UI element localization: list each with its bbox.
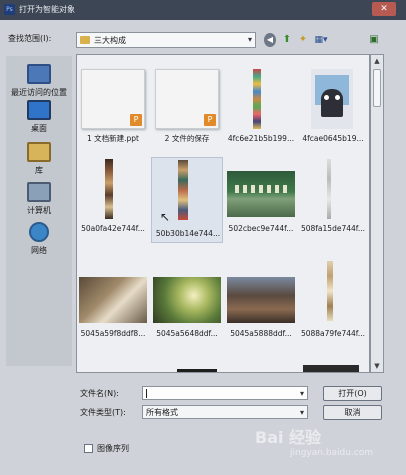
vertical-scrollbar[interactable]: ▲ ▼: [370, 54, 384, 373]
file-name: 5045a5648ddf...: [156, 329, 218, 338]
image-thumbnail: [177, 369, 217, 372]
look-in-value: 三大构成: [94, 36, 126, 45]
file-name: 1 文档新建.ppt: [86, 134, 139, 143]
close-button[interactable]: ✕: [372, 2, 396, 16]
desktop-icon: [27, 100, 51, 120]
ppt-file-thumbnail: P: [155, 69, 219, 129]
file-item[interactable]: 502cbec9e744f...: [225, 159, 297, 259]
photoshop-icon: Ps: [4, 4, 15, 15]
look-in-dropdown[interactable]: 三大构成 ▾: [76, 32, 256, 48]
file-name: 50a0fa42e744f...: [81, 224, 145, 233]
computer-icon: [27, 182, 51, 202]
image-thumbnail: [327, 261, 333, 321]
file-item[interactable]: 5045a59f8ddf8...: [77, 269, 149, 369]
image-thumbnail: [178, 160, 188, 220]
title-bar: Ps 打开为智能对象 ✕: [0, 0, 406, 20]
look-in-label: 查找范围(I):: [8, 34, 52, 43]
filetype-value: 所有格式: [146, 408, 178, 417]
camera-raw-button[interactable]: ▣: [367, 33, 381, 47]
filetype-dropdown[interactable]: 所有格式 ▾: [142, 405, 308, 419]
place-label: 最近访问的位置: [11, 88, 67, 97]
place-recent[interactable]: 最近访问的位置: [6, 64, 72, 98]
text-caret: [146, 389, 147, 398]
library-icon: [27, 142, 51, 162]
file-name: 50b30b14e744...: [155, 229, 221, 238]
image-thumbnail: [227, 277, 295, 323]
file-name: 2 文件的保存: [164, 134, 210, 143]
filename-label: 文件名(N):: [80, 389, 119, 398]
image-thumbnail: [327, 159, 331, 219]
back-button[interactable]: ◀: [264, 33, 276, 47]
scrollbar-thumb[interactable]: [373, 69, 381, 107]
file-item[interactable]: P 1 文档新建.ppt: [77, 69, 149, 169]
place-library[interactable]: 库: [6, 142, 72, 176]
places-bar: 最近访问的位置 桌面 库 计算机 网络: [6, 56, 72, 366]
chevron-down-icon: ▾: [299, 408, 304, 417]
open-as-smart-object-dialog: Ps 打开为智能对象 ✕ 查找范围(I): 三大构成 ▾ ◀ ⬆ ✦ ▦▾ ▣ …: [0, 0, 406, 475]
network-icon: [29, 222, 49, 242]
place-label: 网络: [31, 246, 47, 255]
scroll-down-icon[interactable]: ▼: [371, 360, 383, 372]
place-computer[interactable]: 计算机: [6, 182, 72, 216]
file-list: P 1 文档新建.ppt P 2 文件的保存 4fc6e21b5b199... …: [76, 54, 370, 373]
file-name: 508fa15de744f...: [300, 224, 366, 233]
image-sequence-label: 图像序列: [97, 444, 129, 453]
file-item[interactable]: 4fc6e21b5b199...: [225, 69, 297, 169]
image-thumbnail: [105, 159, 113, 219]
chevron-down-icon[interactable]: ▾: [300, 389, 304, 398]
ppt-file-thumbnail: P: [81, 69, 145, 129]
place-label: 桌面: [31, 124, 47, 133]
place-network[interactable]: 网络: [6, 222, 72, 256]
folder-icon: [80, 36, 90, 44]
file-item[interactable]: 4fcae0645b19...: [297, 69, 369, 169]
file-name: 502cbec9e744f...: [228, 224, 294, 233]
window-title: 打开为智能对象: [19, 5, 75, 14]
file-item-selected[interactable]: ↖ 50b30b14e744...: [151, 157, 223, 243]
image-thumbnail: [253, 69, 261, 129]
file-item[interactable]: P 2 文件的保存: [151, 69, 223, 169]
file-name: 4fcae0645b19...: [302, 134, 364, 143]
file-name: 4fc6e21b5b199...: [227, 134, 295, 143]
file-item[interactable]: 508fa15de744f...: [297, 159, 369, 259]
powerpoint-icon: P: [204, 114, 216, 126]
recent-places-icon: [27, 64, 51, 84]
image-thumbnail: [303, 365, 359, 372]
image-sequence-checkbox[interactable]: [84, 444, 93, 453]
scroll-up-icon[interactable]: ▲: [371, 55, 383, 67]
file-item[interactable]: 5045a5648ddf...: [151, 269, 223, 369]
place-label: 计算机: [27, 206, 51, 215]
file-name: 5045a59f8ddf8...: [80, 329, 146, 338]
chevron-down-icon: ▾: [247, 35, 252, 44]
mouse-cursor-icon: ↖: [160, 210, 171, 224]
file-name: 5088a79fe744f...: [300, 329, 366, 338]
image-thumbnail: [79, 277, 147, 323]
image-thumbnail: [311, 69, 353, 129]
baidu-watermark: Bai 经验: [255, 428, 322, 447]
up-folder-button[interactable]: ⬆: [280, 33, 294, 47]
file-item[interactable]: 5088a79fe744f...: [297, 261, 369, 361]
file-item[interactable]: 50a0fa42e744f...: [77, 159, 149, 259]
file-item[interactable]: 5045a5888ddf...: [225, 269, 297, 369]
image-thumbnail: [227, 171, 295, 217]
place-desktop[interactable]: 桌面: [6, 100, 72, 134]
filename-input[interactable]: ▾: [142, 386, 308, 400]
baidu-watermark-url: jingyan.baidu.com: [290, 448, 374, 458]
new-folder-button[interactable]: ✦: [296, 33, 310, 47]
image-thumbnail: [153, 277, 221, 323]
cancel-button[interactable]: 取消: [323, 405, 382, 420]
filetype-label: 文件类型(T):: [80, 408, 126, 417]
place-label: 库: [35, 166, 43, 175]
views-menu-button[interactable]: ▦▾: [312, 33, 330, 47]
file-name: 5045a5888ddf...: [230, 329, 292, 338]
open-button[interactable]: 打开(O): [323, 386, 382, 401]
powerpoint-icon: P: [130, 114, 142, 126]
